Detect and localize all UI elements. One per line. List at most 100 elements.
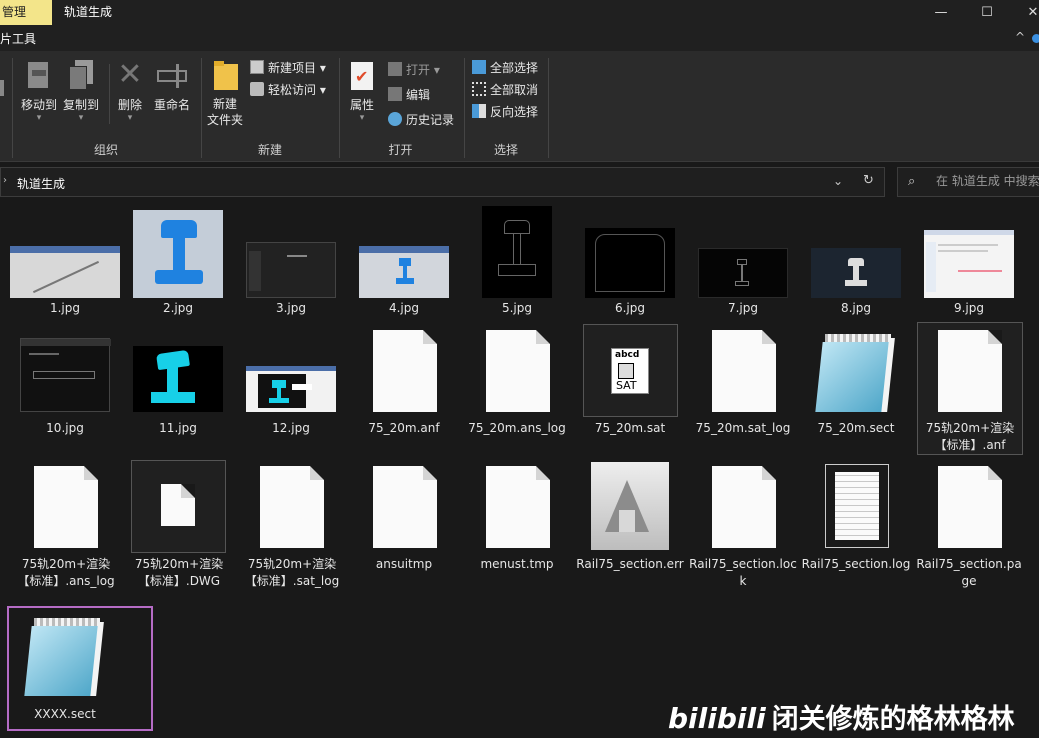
document-icon — [373, 330, 437, 412]
new-item-button[interactable]: 新建项目 ▾ — [250, 58, 326, 78]
file-item[interactable]: Rail75_section.page — [914, 460, 1024, 590]
new-folder-label: 新建 文件夹 — [206, 97, 243, 127]
history-button[interactable]: 历史记录 — [388, 110, 454, 130]
file-item[interactable]: XXXX.sect — [10, 610, 120, 730]
image-thumbnail — [482, 206, 552, 298]
file-name: ansuitmp — [375, 557, 433, 571]
file-item[interactable]: Rail75_section.log — [801, 460, 911, 590]
file-item[interactable]: 7.jpg — [688, 204, 798, 324]
document-icon — [712, 466, 776, 548]
move-to-button[interactable]: 移动到 ▾ — [18, 60, 60, 123]
file-item[interactable]: 75_20m.ans_log — [462, 324, 572, 444]
document-icon — [373, 466, 437, 548]
file-item[interactable]: 10.jpg — [10, 324, 120, 444]
open-button[interactable]: 打开 ▾ — [388, 60, 440, 80]
sat-icon-text-bottom: SAT — [616, 379, 637, 392]
select-all-button[interactable]: 全部选择 — [472, 58, 538, 78]
file-item[interactable]: 11.jpg — [123, 324, 233, 444]
easy-access-button[interactable]: 轻松访问 ▾ — [250, 80, 326, 100]
file-item[interactable]: 1.jpg — [10, 204, 120, 324]
file-name: 8.jpg — [840, 301, 872, 315]
file-item[interactable]: 75_20m.anf — [349, 324, 459, 444]
new-folder-button[interactable]: 新建 文件夹 — [205, 60, 245, 128]
breadcrumb-arrow-icon[interactable]: › — [3, 175, 7, 186]
easy-access-label: 轻松访问 ▾ — [268, 83, 326, 97]
select-none-button[interactable]: 全部取消 — [472, 80, 538, 100]
file-item[interactable]: 8.jpg — [801, 204, 911, 324]
file-name: 7.jpg — [727, 301, 759, 315]
file-name: 75_20m.ans_log — [468, 421, 566, 435]
address-bar[interactable]: › 轨道生成 ⌄ ↻ — [0, 167, 885, 197]
file-item[interactable]: 75轨20m+渲染【标准】.ans_log — [10, 460, 120, 605]
file-name: Rail75_section.err — [576, 557, 684, 571]
search-input[interactable] — [936, 174, 1039, 188]
bilibili-logo: bilibili — [668, 702, 766, 735]
file-item[interactable]: Rail75_section.err — [575, 460, 685, 590]
select-none-icon — [472, 82, 486, 96]
rename-button[interactable]: 重命名 — [150, 60, 194, 113]
file-item[interactable]: 75_20m.sect — [801, 324, 911, 444]
dwg-file-icon — [161, 484, 195, 526]
file-name: 75轨20m+渲染【标准】.DWG — [134, 557, 224, 588]
group-organize-label: 组织 — [93, 143, 118, 157]
document-icon — [34, 466, 98, 548]
rename-icon — [157, 60, 187, 92]
close-button[interactable]: ✕ — [1010, 0, 1039, 25]
delete-button[interactable]: ✕ 删除 ▾ — [113, 60, 147, 124]
address-bar-row: › 轨道生成 ⌄ ↻ ⌕ — [0, 167, 1039, 197]
file-item[interactable]: 75_20m.sat_log — [688, 324, 798, 444]
minimize-button[interactable]: — — [918, 0, 964, 25]
file-name: 75_20m.sat — [594, 421, 666, 435]
tab-picture-tools[interactable]: 片工具 — [0, 30, 36, 47]
refresh-icon[interactable]: ↻ — [863, 173, 874, 188]
tab-manage[interactable]: 管理 — [0, 0, 52, 25]
invert-selection-icon — [472, 104, 486, 118]
address-dropdown-icon[interactable]: ⌄ — [833, 174, 843, 188]
move-to-icon — [24, 60, 54, 92]
document-icon — [938, 330, 1002, 412]
image-thumbnail — [20, 338, 111, 412]
file-item[interactable]: 4.jpg — [349, 204, 459, 324]
edit-button[interactable]: 编辑 — [388, 85, 430, 105]
file-item[interactable]: 75轨20m+渲染【标准】.anf — [914, 324, 1024, 454]
file-name: 4.jpg — [388, 301, 420, 315]
file-item[interactable]: 2.jpg — [123, 204, 233, 324]
copy-to-button[interactable]: 复制到 ▾ — [60, 60, 102, 123]
image-thumbnail — [246, 366, 336, 412]
watermark: bilibili 闭关修炼的格林格林 — [668, 697, 1015, 736]
properties-button[interactable]: ✔ 属性 ▾ — [343, 60, 381, 123]
file-item[interactable]: Rail75_section.lock — [688, 460, 798, 590]
copy-to-label: 复制到 — [62, 98, 99, 112]
file-item[interactable]: abcd SAT 75_20m.sat — [575, 324, 685, 444]
help-icon[interactable] — [1032, 34, 1039, 43]
file-item[interactable]: menust.tmp — [462, 460, 572, 580]
file-name: menust.tmp — [480, 557, 554, 571]
new-item-label: 新建项目 ▾ — [268, 61, 326, 75]
breadcrumb[interactable]: 轨道生成 — [17, 175, 65, 192]
file-item[interactable]: 75轨20m+渲染【标准】.DWG — [123, 460, 233, 590]
folder-icon — [210, 60, 240, 92]
file-item[interactable]: 75轨20m+渲染【标准】.sat_log — [236, 460, 346, 590]
file-name: 75轨20m+渲染【标准】.ans_log — [17, 557, 115, 588]
file-name: 2.jpg — [162, 301, 194, 315]
search-box[interactable]: ⌕ — [897, 167, 1039, 197]
ribbon: 移动到 ▾ 复制到 ▾ ✕ 删除 ▾ 重命名 组织 新建 文件夹 新建项目 ▾ — [0, 52, 1039, 162]
history-label: 历史记录 — [406, 113, 455, 127]
file-item[interactable]: ansuitmp — [349, 460, 459, 580]
collapse-ribbon-button[interactable]: ^ — [1015, 30, 1025, 44]
invert-selection-button[interactable]: 反向选择 — [472, 102, 538, 122]
file-item[interactable]: 5.jpg — [462, 204, 572, 324]
title-bar: 管理 轨道生成 — ☐ ✕ — [0, 0, 1039, 25]
search-icon: ⌕ — [908, 174, 916, 189]
file-item[interactable]: 12.jpg — [236, 324, 346, 444]
new-item-icon — [250, 60, 264, 74]
document-icon — [486, 466, 550, 548]
file-item[interactable]: 3.jpg — [236, 204, 346, 324]
maximize-button[interactable]: ☐ — [964, 0, 1010, 25]
file-name: 10.jpg — [46, 421, 84, 435]
file-name: 5.jpg — [501, 301, 533, 315]
file-item[interactable]: 6.jpg — [575, 204, 685, 324]
file-name: 11.jpg — [159, 421, 197, 435]
copy-to-icon — [66, 60, 96, 92]
file-item[interactable]: 9.jpg — [914, 204, 1024, 324]
